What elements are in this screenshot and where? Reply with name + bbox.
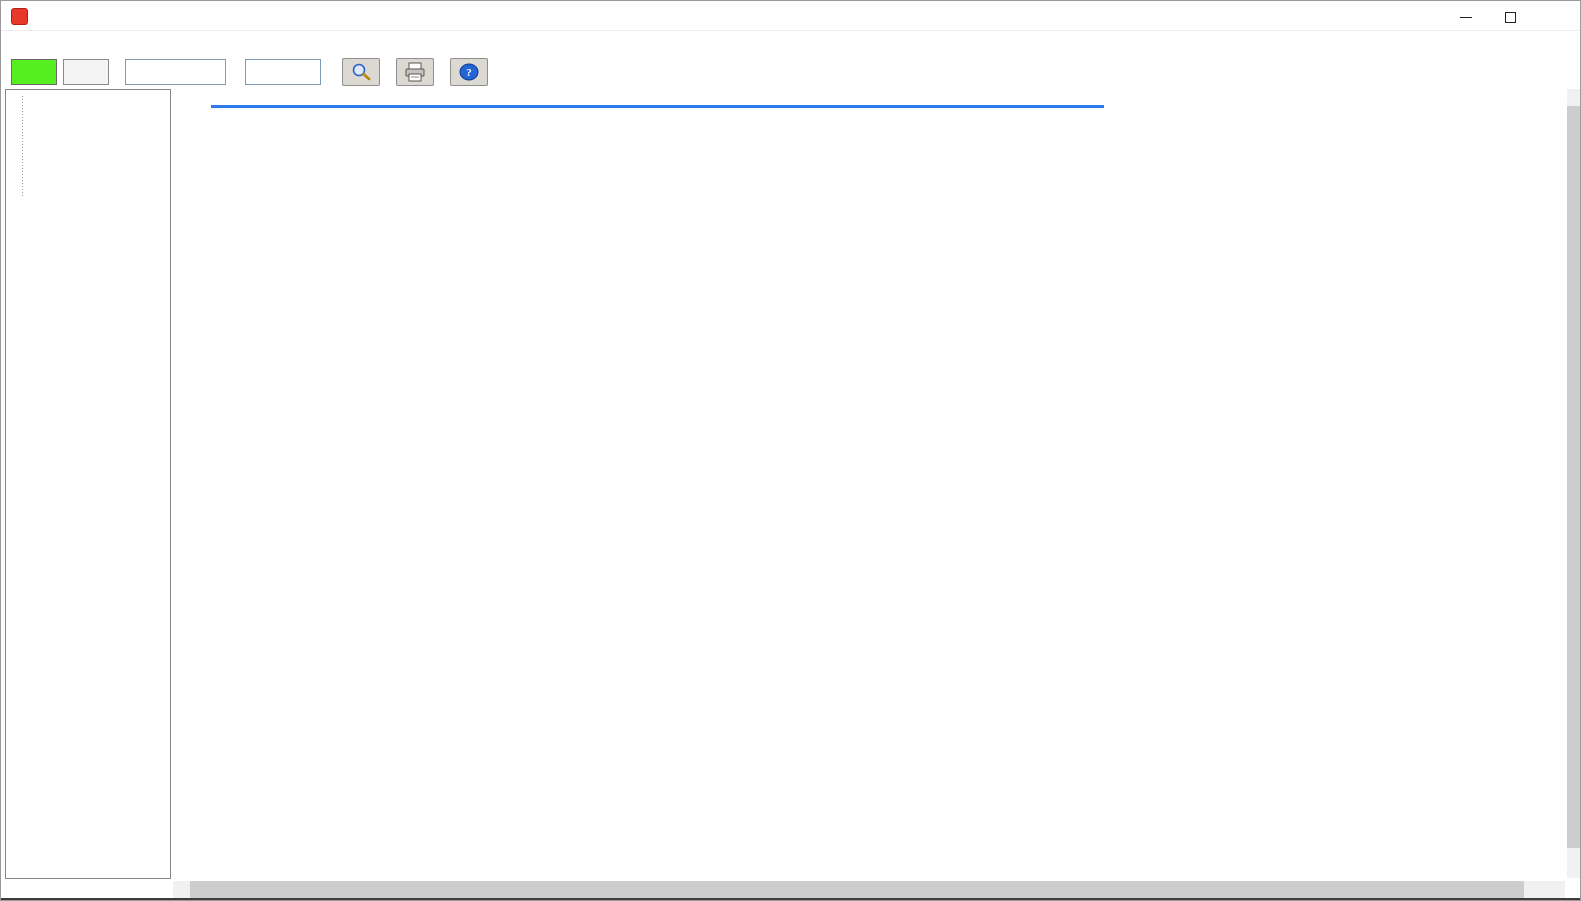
maximize-icon — [1505, 12, 1516, 23]
zoom-button[interactable] — [342, 58, 380, 86]
minimize-button[interactable] — [1451, 7, 1481, 27]
svg-text:?: ? — [466, 67, 472, 79]
minimize-icon — [1460, 17, 1472, 18]
close-button[interactable] — [1545, 7, 1575, 27]
scroll-right-arrow[interactable] — [1546, 881, 1563, 898]
app-logo-icon — [11, 8, 28, 25]
magnifier-icon — [350, 62, 372, 82]
scroll-up-arrow[interactable] — [1567, 89, 1581, 106]
horizontal-scroll-thumb[interactable] — [190, 881, 1524, 898]
menu-bar — [1, 32, 1580, 57]
vertical-scrollbar[interactable] — [1567, 89, 1581, 878]
horizontal-scrollbar[interactable] — [173, 881, 1565, 898]
date-dropdown[interactable] — [125, 59, 226, 85]
maximize-button[interactable] — [1495, 7, 1525, 27]
vertical-scroll-thumb[interactable] — [1567, 106, 1581, 848]
printer-icon — [403, 62, 427, 82]
title-bar — [1, 1, 1580, 31]
report-tree-panel — [5, 89, 171, 879]
app-window: ? — [0, 0, 1581, 901]
help-button[interactable]: ? — [450, 58, 488, 86]
scroll-down-arrow[interactable] — [1567, 855, 1581, 872]
selection-range-underline — [211, 105, 1104, 108]
run-button[interactable] — [11, 59, 57, 85]
scroll-left-arrow[interactable] — [173, 881, 190, 898]
print-button[interactable] — [396, 58, 434, 86]
toolbar: ? — [1, 57, 1580, 89]
help-icon: ? — [458, 62, 480, 82]
report-type-dropdown[interactable] — [245, 59, 321, 85]
tree-connector-line — [22, 96, 23, 196]
monitor-button[interactable] — [63, 59, 109, 85]
